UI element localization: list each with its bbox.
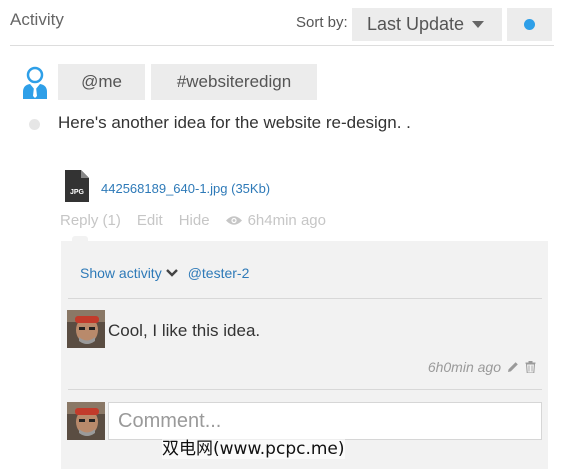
sort-label: Sort by: (296, 14, 348, 31)
jpg-file-icon[interactable]: JPG (65, 170, 89, 202)
attachment-link[interactable]: 442568189_640-1.jpg (35Kb) (101, 181, 270, 196)
post-bullet-icon (29, 119, 40, 130)
post-actions: Reply (1) Edit Hide 6h4min ago (60, 212, 326, 229)
hide-link[interactable]: Hide (179, 212, 210, 229)
status-toggle-button[interactable] (507, 8, 552, 41)
sort-dropdown[interactable]: Last Update (352, 8, 502, 41)
pencil-icon[interactable] (507, 361, 519, 373)
commenter-avatar[interactable] (67, 310, 105, 348)
post-text: Here's another idea for the website re-d… (58, 113, 411, 132)
comment-divider (68, 389, 542, 390)
activity-title: Activity (10, 10, 64, 29)
current-user-avatar[interactable] (67, 402, 105, 440)
status-dot-icon (524, 19, 535, 30)
eye-icon (225, 215, 242, 226)
comment-text: Cool, I like this idea. (108, 321, 261, 340)
header-divider (10, 45, 554, 46)
tag-me[interactable]: @me (58, 64, 145, 100)
post-timestamp: 6h4min ago (247, 212, 326, 229)
chevron-down-icon[interactable] (165, 269, 178, 277)
file-type-label: JPG (70, 189, 85, 196)
mention-link[interactable]: @tester-2 (188, 265, 250, 281)
reply-link[interactable]: Reply (1) (60, 212, 121, 229)
tag-hashtag[interactable]: #websiteredign (151, 64, 317, 100)
show-activity-row: Show activity @tester-2 (80, 265, 249, 281)
user-icon (23, 66, 47, 99)
show-activity-link[interactable]: Show activity (80, 265, 162, 281)
edit-link[interactable]: Edit (137, 212, 163, 229)
comment-timestamp: 6h0min ago (427, 359, 501, 375)
panel-divider (68, 298, 542, 299)
watermark-text: 双电网(www.pcpc.me) (162, 434, 345, 459)
activity-header: Activity Sort by: Last Update (0, 0, 568, 46)
caret-down-icon (472, 21, 485, 28)
comment-meta: 6h0min ago (428, 359, 536, 375)
trash-icon[interactable] (525, 361, 536, 373)
sort-value: Last Update (367, 14, 465, 34)
